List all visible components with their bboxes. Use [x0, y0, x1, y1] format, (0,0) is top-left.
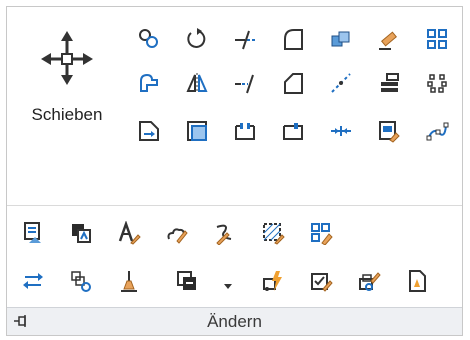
stretch-icon	[140, 73, 158, 92]
offset-button[interactable]	[183, 117, 211, 145]
text-edit-button[interactable]	[115, 219, 143, 247]
text-align-button[interactable]	[403, 267, 431, 295]
swap-button[interactable]	[19, 267, 47, 295]
draworder-button[interactable]	[375, 69, 403, 97]
edit-spline-icon	[216, 224, 232, 245]
match-properties-button[interactable]	[375, 117, 403, 145]
draworder-front-button[interactable]	[173, 267, 201, 295]
join-lines-icon	[331, 126, 351, 136]
fillet-button[interactable]	[279, 25, 307, 53]
break-at-point-button[interactable]	[327, 69, 355, 97]
modify-panel: Schieben Ändern	[6, 6, 463, 336]
offset-icon	[187, 121, 207, 141]
text-edit-icon	[118, 221, 141, 245]
edit-hatch-button[interactable]	[259, 219, 287, 247]
draworder-dropdown[interactable]	[223, 278, 233, 289]
change-properties-icon	[24, 222, 41, 243]
panel-title: Ändern	[207, 312, 262, 331]
rotate-icon	[187, 28, 206, 48]
polar-array-button[interactable]	[423, 69, 451, 97]
erase-icon	[379, 31, 397, 50]
break-at-point-icon	[331, 73, 351, 93]
dropdown-arrow-icon	[224, 284, 232, 289]
polar-array-icon	[427, 74, 447, 93]
erase-button[interactable]	[375, 25, 403, 53]
rotate-button[interactable]	[183, 25, 211, 53]
fillet-icon	[284, 29, 303, 50]
rectangular-array-icon	[427, 29, 447, 49]
set-base-icon	[121, 271, 137, 292]
edit-array-icon	[311, 223, 333, 245]
edit-block-icon	[359, 272, 381, 291]
join-icon	[283, 123, 303, 140]
lightning-block-button[interactable]	[259, 267, 287, 295]
edit-spline-button[interactable]	[211, 219, 239, 247]
copy-clip-button[interactable]	[67, 219, 95, 247]
move-icon	[41, 31, 93, 85]
copy-clip-icon	[72, 224, 91, 243]
stretch-button[interactable]	[135, 69, 163, 97]
edit-array-button[interactable]	[307, 219, 335, 247]
chamfer-icon	[284, 73, 303, 94]
edit-cloud-button[interactable]	[163, 219, 191, 247]
draworder-front-icon	[177, 271, 196, 290]
rectangular-array-button[interactable]	[423, 25, 451, 53]
scale-button[interactable]	[135, 117, 163, 145]
break-icon	[235, 123, 255, 140]
edit-block-button[interactable]	[355, 267, 383, 295]
move-button[interactable]: Schieben	[15, 17, 119, 137]
edit-hatch-icon	[263, 223, 285, 245]
join-button[interactable]	[279, 117, 307, 145]
copy-icon	[139, 29, 158, 48]
copy-button[interactable]	[135, 25, 163, 53]
draworder-icon	[381, 73, 399, 92]
move-label: Schieben	[31, 105, 103, 124]
edit-cloud-icon	[167, 228, 188, 244]
edit-reference-icon	[71, 271, 91, 292]
3d-array-button[interactable]	[327, 25, 355, 53]
mirror-button[interactable]	[183, 69, 211, 97]
swap-icon	[23, 273, 43, 289]
edit-reference-button[interactable]	[67, 267, 95, 295]
break-button[interactable]	[231, 117, 259, 145]
edit-attribute-button[interactable]	[307, 267, 335, 295]
chamfer-button[interactable]	[279, 69, 307, 97]
mirror-icon	[186, 73, 208, 93]
path-array-button[interactable]	[423, 117, 451, 145]
trim-button[interactable]	[231, 25, 259, 53]
extend-icon	[235, 74, 254, 94]
lightning-block-icon	[263, 271, 282, 291]
set-base-button[interactable]	[115, 267, 143, 295]
panel-footer: Ändern	[7, 307, 462, 335]
text-align-icon	[409, 270, 426, 292]
change-properties-button[interactable]	[19, 219, 47, 247]
trim-icon	[235, 30, 255, 50]
3d-array-icon	[331, 31, 350, 47]
match-properties-icon	[379, 121, 400, 143]
join-lines-button[interactable]	[327, 117, 355, 145]
extend-button[interactable]	[231, 69, 259, 97]
panel-divider	[7, 205, 462, 206]
scale-icon	[139, 121, 159, 141]
path-array-icon	[426, 122, 449, 141]
edit-attribute-icon	[311, 273, 333, 292]
